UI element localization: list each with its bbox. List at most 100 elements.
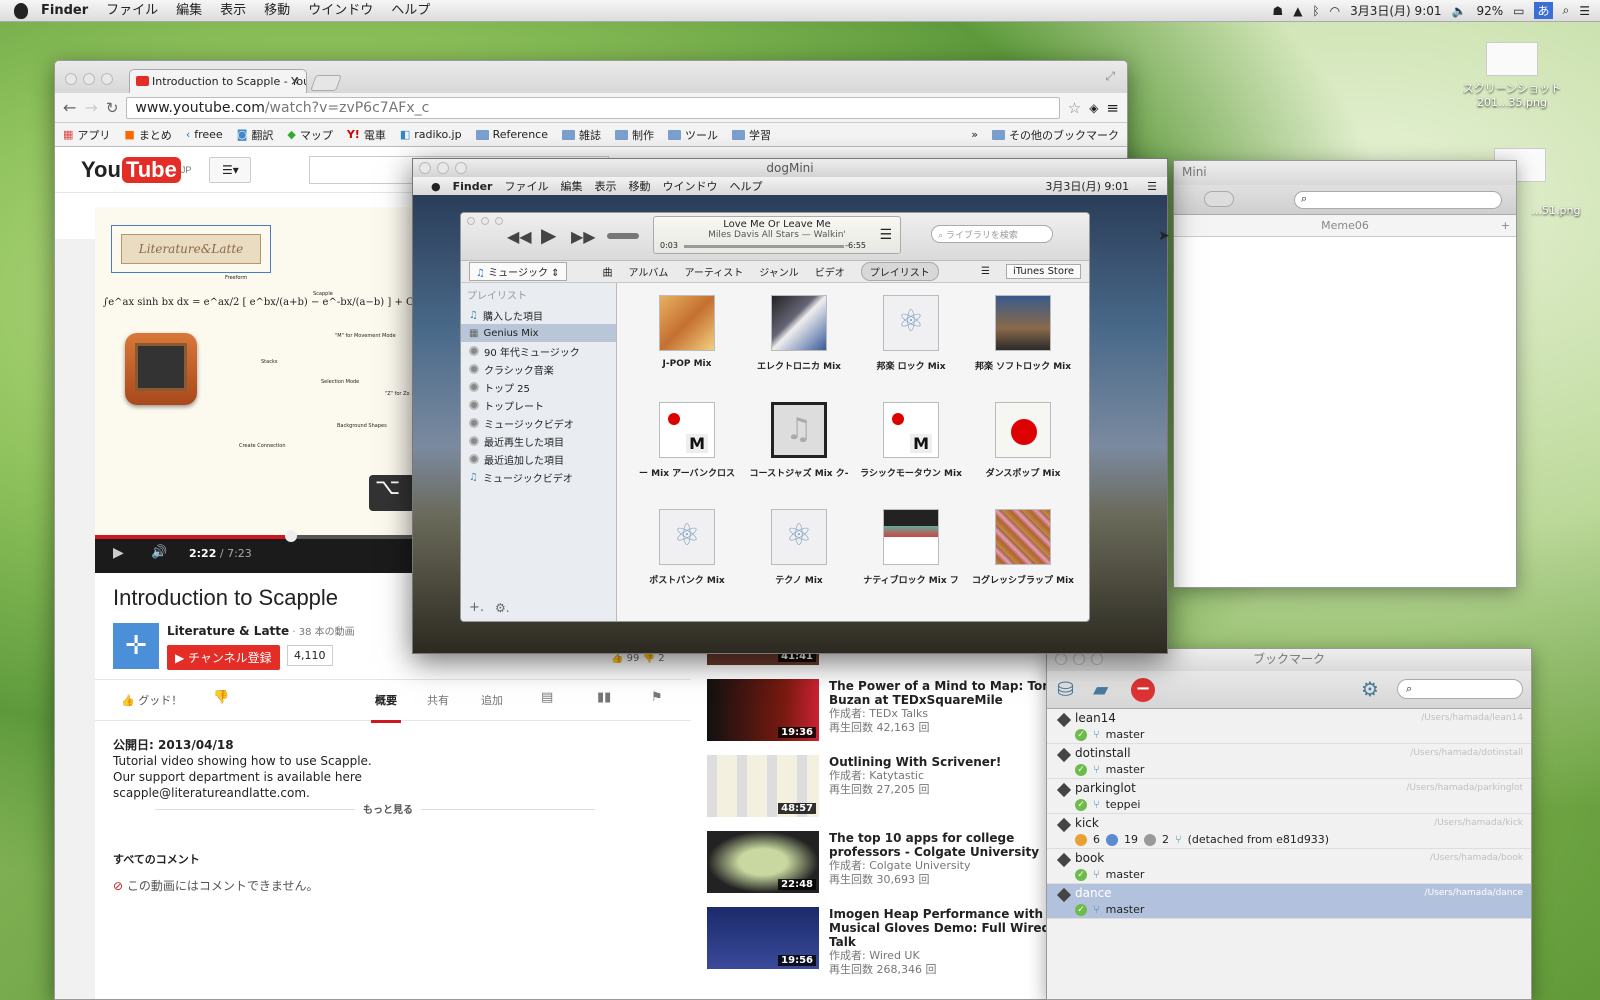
status-icon[interactable]: ☗ — [1272, 4, 1283, 18]
chrome-menu-icon[interactable]: ≡ — [1106, 99, 1119, 117]
tab-about[interactable]: 概要 — [371, 692, 401, 723]
minimize-button[interactable] — [1073, 653, 1085, 665]
bookmark-tools[interactable]: ツール — [668, 127, 718, 143]
close-button[interactable] — [467, 217, 475, 225]
next-icon[interactable]: ▶▶ — [571, 227, 596, 246]
album-coastjazz-mix[interactable]: ♫ コーストジャズ Mix ク- — [743, 402, 855, 499]
bookmark-train[interactable]: Y! 電車 — [347, 127, 386, 143]
bookmark-apps[interactable]: ▦ アプリ — [63, 127, 110, 143]
menu-item[interactable]: ファイル — [504, 178, 548, 194]
menu-item[interactable]: 表示 — [594, 178, 616, 194]
list-view-icon[interactable]: ☰ — [981, 266, 990, 277]
repo-row[interactable]: lean14/Users/hamada/lean14 ✓ ⑂ master — [1047, 709, 1531, 744]
playback-progress[interactable] — [684, 245, 844, 248]
tab-genres[interactable]: ジャンル — [759, 264, 799, 279]
apple-icon[interactable] — [14, 2, 28, 19]
related-video[interactable]: 19:56 Imogen Heap Performance with Music… — [707, 907, 1067, 977]
tab-meme06[interactable]: Meme06 + — [1174, 215, 1516, 237]
volume-slider[interactable] — [607, 233, 639, 239]
tab-albums[interactable]: アルバム — [629, 264, 669, 279]
tab-playlists[interactable]: プレイリスト — [860, 262, 939, 281]
search-input[interactable]: ⌕ — [1294, 191, 1502, 209]
apple-icon[interactable]: ● — [431, 180, 441, 193]
bookmark-magazine[interactable]: 雑誌 — [562, 127, 601, 143]
up-next-icon[interactable]: ☰ — [879, 227, 892, 243]
drive-icon[interactable]: ▲ — [1293, 4, 1302, 18]
guide-menu-button[interactable]: ☰▾ — [209, 156, 252, 183]
sidebar-item-music-video[interactable]: ミュージックビデオ — [461, 414, 616, 432]
spotlight-icon[interactable]: ⌕ — [1563, 3, 1570, 18]
back-icon[interactable]: ← — [63, 98, 76, 117]
add-playlist-icon[interactable]: +. — [469, 600, 484, 615]
remove-icon[interactable]: − — [1131, 678, 1155, 702]
search-input[interactable]: ⌕ — [1397, 679, 1523, 699]
bookmark-reference[interactable]: Reference — [475, 128, 548, 141]
menu-go[interactable]: 移動 — [255, 0, 299, 22]
album-urban-mix[interactable]: ー Mix アーバンクロス — [631, 402, 743, 499]
album-jrock-mix[interactable]: 邦楽 ロック Mix — [855, 295, 967, 392]
statistics-icon[interactable]: ▮▮ — [597, 690, 611, 705]
sidebar-item-top-rated[interactable]: トップレート — [461, 396, 616, 414]
tab-share[interactable]: 共有 — [427, 692, 449, 708]
reload-icon[interactable]: ↻ — [106, 99, 119, 117]
extension-icon[interactable]: ◈ — [1089, 101, 1098, 115]
zoom-button[interactable] — [455, 162, 467, 174]
tab-videos[interactable]: ビデオ — [815, 264, 845, 279]
add-tab-icon[interactable]: + — [1501, 215, 1510, 237]
sidebar-item-90s[interactable]: 90 年代ミュージック — [461, 342, 616, 360]
close-button[interactable] — [65, 73, 77, 85]
menu-file[interactable]: ファイル — [97, 0, 167, 22]
zoom-button[interactable] — [495, 217, 503, 225]
star-icon[interactable]: ☆ — [1068, 99, 1081, 117]
youtube-logo[interactable]: You Tube JP — [81, 156, 191, 183]
menu-help[interactable]: ヘルプ — [382, 0, 439, 22]
album-jsoftrock-mix[interactable]: 邦楽 ソフトロック Mix — [967, 295, 1079, 392]
bluetooth-icon[interactable]: ᛒ — [1312, 4, 1319, 18]
menu-edit[interactable]: 編集 — [167, 0, 211, 22]
show-more-button[interactable]: もっと見る — [355, 801, 421, 816]
previous-icon[interactable]: ◀◀ — [507, 227, 532, 246]
zoom-button[interactable] — [1091, 653, 1103, 665]
video-progress-bar[interactable] — [95, 535, 415, 539]
sidebar-item-purchased[interactable]: ♫ 購入した項目 — [461, 306, 616, 324]
sidebar-item-music-video-2[interactable]: ♫ ミュージックビデオ — [461, 468, 616, 486]
repo-row[interactable]: dotinstall/Users/hamada/dotinstall ✓ ⑂ mas… — [1047, 744, 1531, 779]
sidebar-item-recently-added[interactable]: 最近追加した項目 — [461, 450, 616, 468]
volume-icon[interactable]: 🔈 — [1452, 4, 1467, 18]
add-folder-icon[interactable]: ▰ — [1093, 677, 1108, 701]
forward-icon[interactable]: → — [84, 98, 97, 117]
minimize-button[interactable] — [481, 217, 489, 225]
album-techno-mix[interactable]: テクノ Mix — [743, 509, 855, 606]
toggle-button[interactable] — [1204, 191, 1234, 207]
menu-item[interactable]: ウインドウ — [662, 178, 717, 194]
bookmark-matome[interactable]: ■ まとめ — [124, 127, 171, 143]
close-button[interactable] — [1055, 653, 1067, 665]
settings-icon[interactable]: ⚙ — [1361, 677, 1379, 701]
dislike-button[interactable]: 👎 — [213, 690, 229, 705]
menu-app[interactable]: Finder — [453, 180, 493, 193]
menu-window[interactable]: ウインドウ — [299, 0, 382, 22]
album-postpunk-mix[interactable]: ポストパンク Mix — [631, 509, 743, 606]
bookmark-freee[interactable]: ‹ freee — [186, 128, 223, 141]
bookmark-production[interactable]: 制作 — [615, 127, 654, 143]
bookmark-radiko[interactable]: ◧ radiko.jp — [400, 128, 462, 141]
more-bookmarks-icon[interactable]: » — [971, 128, 978, 141]
minimize-button[interactable] — [83, 73, 95, 85]
menu-item[interactable]: 編集 — [560, 178, 582, 194]
tab-artists[interactable]: アーティスト — [684, 264, 743, 279]
itunes-store-button[interactable]: iTunes Store — [1005, 264, 1081, 279]
list-icon[interactable]: ☰ — [1147, 180, 1167, 193]
tab-youtube[interactable]: Introduction to Scapple - YouTube × — [129, 69, 307, 93]
zoom-button[interactable] — [101, 73, 113, 85]
play-icon[interactable]: ▶ — [113, 545, 124, 561]
tab-close-icon[interactable]: × — [290, 74, 300, 88]
channel-name[interactable]: Literature & Latte — [167, 624, 289, 638]
clock[interactable]: 3月3日(月) 9:01 — [1350, 2, 1441, 19]
album-jpop-mix[interactable]: J-POP Mix — [631, 295, 743, 392]
tab-songs[interactable]: 曲 — [603, 264, 613, 279]
notification-icon[interactable]: ☰ — [1579, 4, 1590, 18]
subscribe-button[interactable]: ▶ チャンネル登録 — [167, 645, 280, 670]
new-tab-button[interactable] — [310, 75, 342, 91]
flag-icon[interactable]: ⚑ — [651, 690, 663, 705]
play-icon[interactable]: ▶ — [541, 223, 556, 247]
